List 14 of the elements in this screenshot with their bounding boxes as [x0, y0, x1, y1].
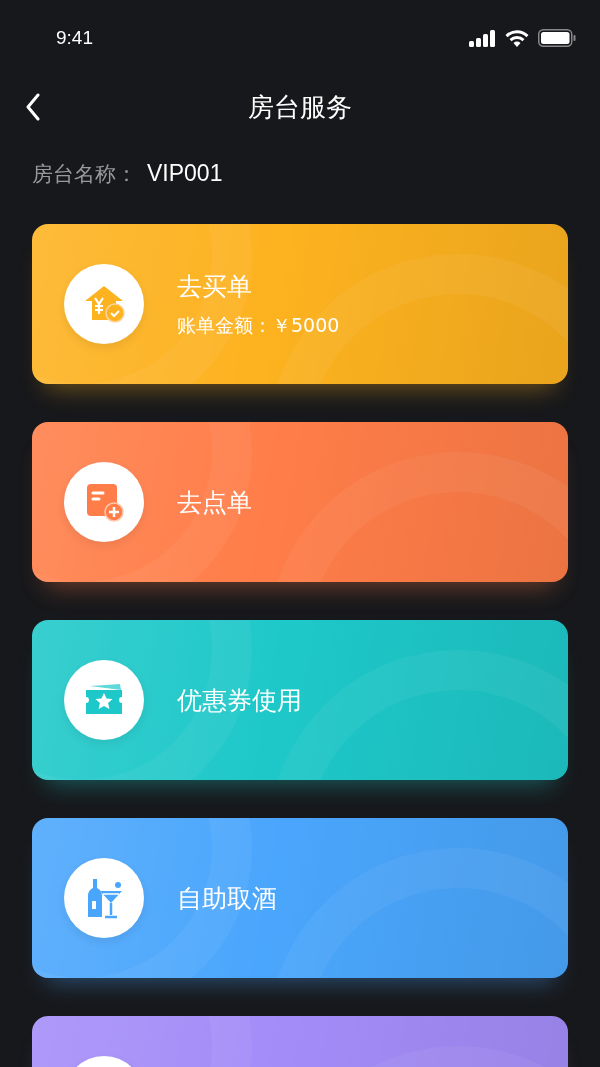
service-title: 去点单 [177, 486, 252, 519]
signal-icon [469, 29, 496, 47]
bill-amount: 账单金额：￥5000 [177, 312, 340, 338]
service-title: 优惠券使用 [177, 684, 302, 717]
document-plus-icon [84, 482, 124, 522]
room-name-label: 房台名称： [32, 161, 137, 188]
wifi-icon [505, 29, 529, 47]
room-name-value: VIP001 [147, 160, 223, 187]
battery-icon [538, 29, 576, 47]
page-title: 房台服务 [248, 90, 352, 124]
service-title: 去买单 [177, 270, 253, 303]
service-title: 自助取酒 [177, 882, 277, 915]
status-time: 9:41 [56, 27, 93, 49]
back-icon[interactable] [25, 93, 41, 121]
